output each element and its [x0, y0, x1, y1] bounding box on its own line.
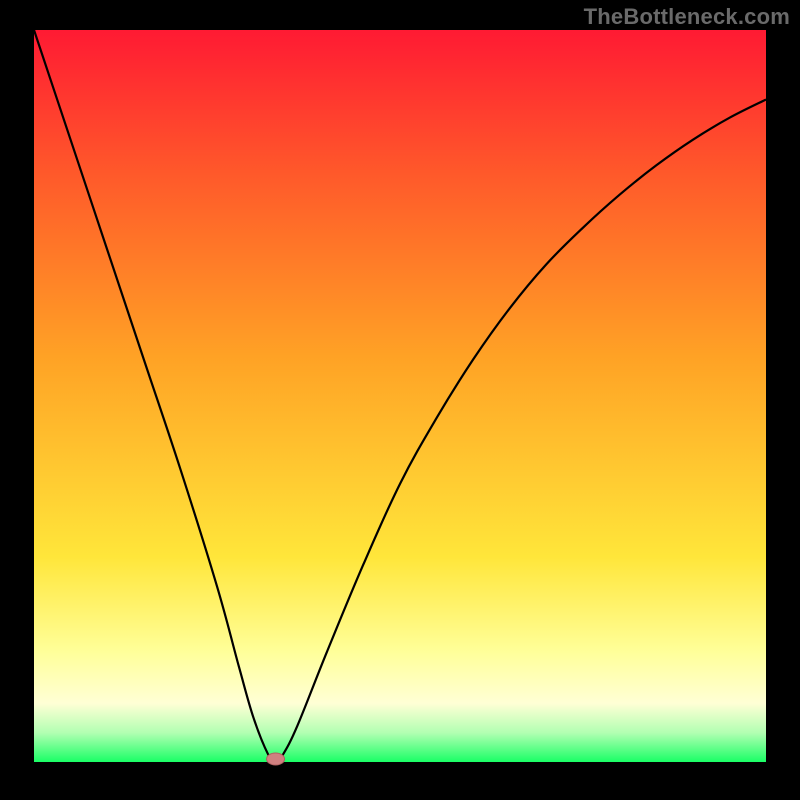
chart-frame: { "watermark": "TheBottleneck.com", "col…	[0, 0, 800, 800]
minimum-marker	[267, 753, 285, 765]
plot-background	[34, 30, 766, 762]
bottleneck-chart	[0, 0, 800, 800]
watermark-text: TheBottleneck.com	[584, 4, 790, 30]
